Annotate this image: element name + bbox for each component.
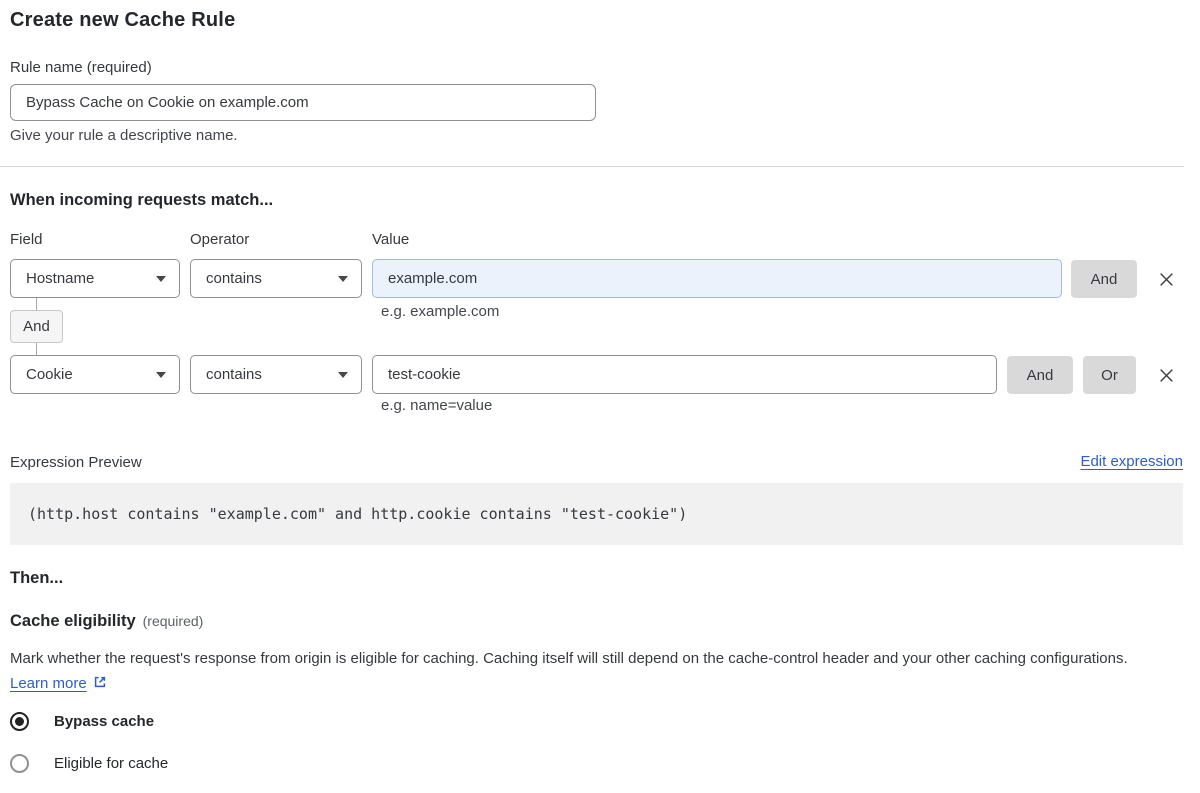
radio-label-eligible-for-cache: Eligible for cache <box>54 755 169 772</box>
condition-connector-button[interactable]: And <box>10 310 63 343</box>
radio-option-eligible-for-cache[interactable]: Eligible for cache <box>10 754 168 773</box>
expression-code: (http.host contains "example.com" and ht… <box>28 505 688 523</box>
rule-name-help: Give your rule a descriptive name. <box>10 127 238 144</box>
value-hint-row1: e.g. example.com <box>381 303 500 320</box>
radio-label-bypass-cache: Bypass cache <box>54 713 155 730</box>
then-heading: Then... <box>10 569 64 587</box>
field-select-row2-value: Cookie <box>26 366 73 383</box>
expression-preview-label: Expression Preview <box>10 454 142 471</box>
required-badge: (required) <box>142 613 204 629</box>
remove-condition-button-row1[interactable] <box>1150 260 1182 298</box>
close-icon <box>1159 272 1173 286</box>
operator-select-row2-value: contains <box>206 366 262 383</box>
close-icon <box>1159 368 1173 382</box>
cache-eligibility-description: Mark whether the request's response from… <box>10 646 1157 696</box>
add-or-condition-button-row2[interactable]: Or <box>1083 356 1136 394</box>
match-heading: When incoming requests match... <box>10 191 274 209</box>
chevron-down-icon <box>156 371 166 378</box>
cache-eligibility-heading: Cache eligibility <box>10 612 136 630</box>
field-select-row1-value: Hostname <box>26 270 95 287</box>
operator-select-row2[interactable]: contains <box>190 355 362 394</box>
page-title: Create new Cache Rule <box>10 9 236 31</box>
radio-option-bypass-cache[interactable]: Bypass cache <box>10 712 154 731</box>
external-link-icon <box>94 676 105 688</box>
radio-selected-icon <box>10 712 29 731</box>
create-cache-rule-form: Create new Cache Rule Rule name (require… <box>0 0 1200 793</box>
column-label-value: Value <box>372 231 410 248</box>
column-label-field: Field <box>10 231 43 248</box>
column-label-operator: Operator <box>190 231 250 248</box>
connector-line <box>36 343 37 355</box>
learn-more-link[interactable]: Learn more <box>10 675 87 692</box>
cache-eligibility-heading-row: Cache eligibility (required) <box>10 612 203 631</box>
add-and-condition-button-row2[interactable]: And <box>1007 356 1073 394</box>
radio-unselected-icon <box>10 754 29 773</box>
description-text: Mark whether the request's response from… <box>10 650 1128 667</box>
add-and-condition-button-row1[interactable]: And <box>1071 260 1137 298</box>
value-input-row2[interactable] <box>372 355 997 394</box>
chevron-down-icon <box>156 275 166 282</box>
section-divider <box>0 166 1184 167</box>
chevron-down-icon <box>338 275 348 282</box>
connector-line <box>36 298 37 310</box>
operator-select-row1[interactable]: contains <box>190 259 362 298</box>
value-input-row1[interactable] <box>372 259 1062 298</box>
chevron-down-icon <box>338 371 348 378</box>
rule-name-input[interactable] <box>10 84 596 121</box>
operator-select-row1-value: contains <box>206 270 262 287</box>
value-hint-row2: e.g. name=value <box>381 397 493 414</box>
field-select-row1[interactable]: Hostname <box>10 259 180 298</box>
edit-expression-link[interactable]: Edit expression <box>1080 453 1183 470</box>
rule-name-label: Rule name (required) <box>10 59 152 76</box>
field-select-row2[interactable]: Cookie <box>10 355 180 394</box>
remove-condition-button-row2[interactable] <box>1150 356 1182 394</box>
expression-preview-code-block: (http.host contains "example.com" and ht… <box>10 483 1183 545</box>
